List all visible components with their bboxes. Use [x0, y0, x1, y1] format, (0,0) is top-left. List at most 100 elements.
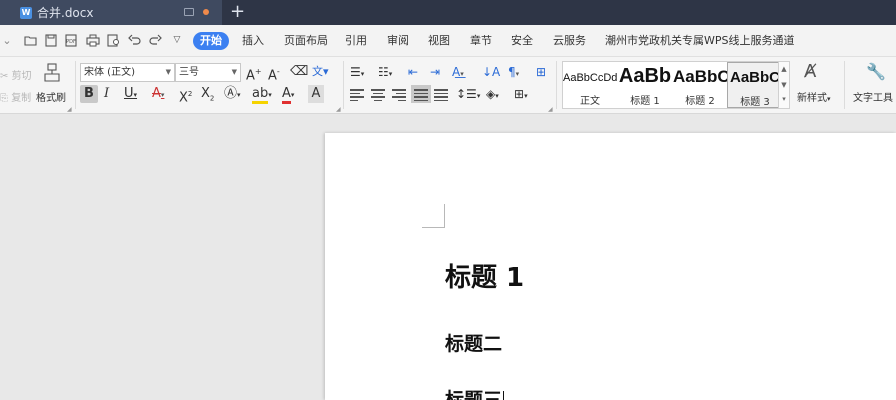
justify-icon[interactable] [411, 85, 431, 103]
table-grid-icon[interactable]: ⊞ [536, 63, 546, 81]
grow-font-icon[interactable]: A+ [246, 63, 262, 83]
unsaved-dot-icon [203, 9, 209, 15]
font-size-value: 三号 [179, 67, 199, 78]
distributed-align-icon[interactable] [434, 87, 450, 101]
redo-icon[interactable] [148, 34, 162, 47]
chevron-down-icon[interactable]: ▼ [779, 81, 789, 89]
font-name-value: 宋体 (正文) [84, 67, 135, 78]
new-tab-button[interactable]: + [230, 2, 245, 22]
document-tab-name: 合并.docx [37, 6, 94, 20]
wps-writer-icon: W [20, 6, 32, 19]
style-name: 标题 2 [685, 96, 715, 107]
wrench-icon[interactable]: 🔧 [866, 63, 886, 81]
ribbon-divider [343, 61, 344, 109]
style-heading-3[interactable]: AaBbC 标题 3 [727, 62, 781, 108]
customize-dropdown-icon[interactable]: ▽ [170, 34, 184, 47]
sort-icon[interactable]: ↓A [482, 63, 500, 81]
menu-chapter[interactable]: 章节 [470, 34, 492, 48]
style-heading-2[interactable]: AaBbC 标题 2 [673, 62, 727, 108]
phonetic-guide-icon[interactable]: 文▾ [312, 63, 329, 81]
superscript-button[interactable]: X2 [179, 85, 192, 105]
menu-security[interactable]: 安全 [511, 34, 533, 48]
ribbon-toolbar: ✂ 剪切 ⎘ 复制 格式刷 ◢ 宋体 (正文) ▼ 三号 ▼ A+ A- ⌫ 文▾ … [0, 57, 896, 114]
style-gallery-scroll[interactable]: ▲ ▼ ▾ [778, 61, 790, 109]
font-color-button[interactable]: A▾ [282, 85, 294, 104]
underline-button[interactable]: U▾ [124, 85, 137, 103]
chevron-up-icon[interactable]: ▲ [779, 65, 789, 73]
menu-references[interactable]: 引用 [345, 34, 367, 48]
menu-review[interactable]: 审阅 [387, 34, 409, 48]
document-tab[interactable]: W 合并.docx [0, 0, 222, 25]
chinese-layout-icon[interactable]: A͟▾ [452, 63, 464, 81]
font-size-select[interactable]: 三号 ▼ [175, 63, 241, 82]
format-painter-button[interactable]: 格式刷 [36, 89, 66, 104]
new-style-button[interactable]: 新样式▾ [797, 89, 831, 104]
numbered-list-icon[interactable]: ☷▾ [378, 63, 392, 81]
chevron-down-icon: ▼ [165, 68, 171, 76]
style-heading-1[interactable]: AaBb 标题 1 [618, 62, 672, 108]
style-name: 标题 3 [740, 97, 770, 108]
decrease-indent-icon[interactable]: ⇤ [408, 63, 418, 81]
cut-button[interactable]: ✂ 剪切 [0, 67, 32, 82]
highlight-button[interactable]: ab▾ [252, 85, 272, 104]
subscript-button[interactable]: X2 [201, 85, 214, 103]
screen-icon[interactable] [184, 8, 194, 16]
heading-3-label: 标题三 [445, 389, 503, 400]
ribbon-divider [75, 61, 76, 109]
line-spacing-icon[interactable]: ↕☰▾ [456, 85, 480, 103]
char-shading-button[interactable]: A [308, 85, 324, 103]
undo-icon[interactable] [128, 34, 142, 47]
clipboard-expand-icon[interactable]: ◢ [67, 106, 72, 113]
strikethrough-button[interactable]: A▾ [152, 85, 164, 103]
font-name-select[interactable]: 宋体 (正文) ▼ [80, 63, 175, 82]
save-icon[interactable] [44, 34, 58, 47]
menu-home[interactable]: 开始 [193, 32, 229, 50]
font-expand-icon[interactable]: ◢ [336, 106, 341, 113]
folder-open-icon[interactable] [24, 34, 38, 47]
style-name: 正文 [580, 96, 600, 107]
bold-button[interactable]: B [80, 85, 98, 103]
clear-format-icon[interactable]: ⌫ [290, 63, 308, 81]
format-painter-icon[interactable] [43, 63, 61, 83]
menu-view[interactable]: 视图 [428, 34, 450, 48]
shrink-font-icon[interactable]: A- [268, 63, 280, 83]
text-effect-button[interactable]: Ⓐ▾ [224, 85, 241, 103]
gallery-more-icon[interactable]: ▾ [779, 95, 789, 103]
print-preview-icon[interactable] [107, 34, 121, 47]
chevron-left-icon[interactable]: ⌄ [0, 34, 14, 47]
style-sample: AaBbC [673, 67, 727, 86]
style-name: 标题 1 [630, 96, 660, 107]
bullet-list-icon[interactable]: ☰▾ [350, 63, 364, 81]
show-marks-icon[interactable]: ¶▾ [508, 63, 519, 81]
print-icon[interactable] [86, 34, 100, 47]
menu-insert[interactable]: 插入 [242, 34, 264, 48]
document-canvas: 标题 1 标题二 标题三 [0, 114, 896, 400]
new-style-icon[interactable]: Ⱥ [804, 63, 816, 81]
paragraph-shading-icon[interactable]: ◈▾ [486, 85, 499, 103]
ribbon-divider [844, 61, 845, 109]
menu-cloud-service[interactable]: 云服务 [553, 34, 586, 48]
align-right-icon[interactable] [392, 87, 408, 101]
menu-service-channel[interactable]: 潮州市党政机关专属WPS线上服务通道 [605, 34, 795, 48]
align-center-icon[interactable] [371, 87, 387, 101]
margin-corner-mark [444, 204, 445, 228]
new-style-label: 新样式 [797, 93, 827, 104]
align-left-icon[interactable] [350, 87, 366, 101]
svg-text:PDF: PDF [66, 39, 76, 45]
heading-1-text[interactable]: 标题 1 [445, 257, 524, 294]
menu-bar: ⌄ PDF ▽ 开始 插入 页面布局 引用 审阅 视图 章节 安全 云服务 潮州… [0, 25, 896, 57]
italic-button[interactable]: I [104, 85, 109, 103]
borders-icon[interactable]: ⊞▾ [514, 85, 528, 103]
style-normal[interactable]: AaBbCcDd 正文 [563, 62, 617, 108]
heading-3-text[interactable]: 标题三 [445, 385, 505, 400]
cut-label: 剪切 [11, 71, 32, 82]
document-page[interactable]: 标题 1 标题二 标题三 [325, 133, 896, 400]
menu-page-layout[interactable]: 页面布局 [284, 34, 328, 48]
increase-indent-icon[interactable]: ⇥ [430, 63, 440, 81]
copy-button[interactable]: ⎘ 复制 [0, 89, 31, 104]
style-gallery: AaBbCcDd 正文 AaBb 标题 1 AaBbC 标题 2 AaBbC 标… [562, 61, 790, 109]
text-tools-button[interactable]: 文字工具 [853, 89, 893, 104]
paragraph-expand-icon[interactable]: ◢ [548, 106, 553, 113]
export-pdf-icon[interactable]: PDF [64, 34, 78, 47]
heading-2-text[interactable]: 标题二 [445, 329, 502, 356]
